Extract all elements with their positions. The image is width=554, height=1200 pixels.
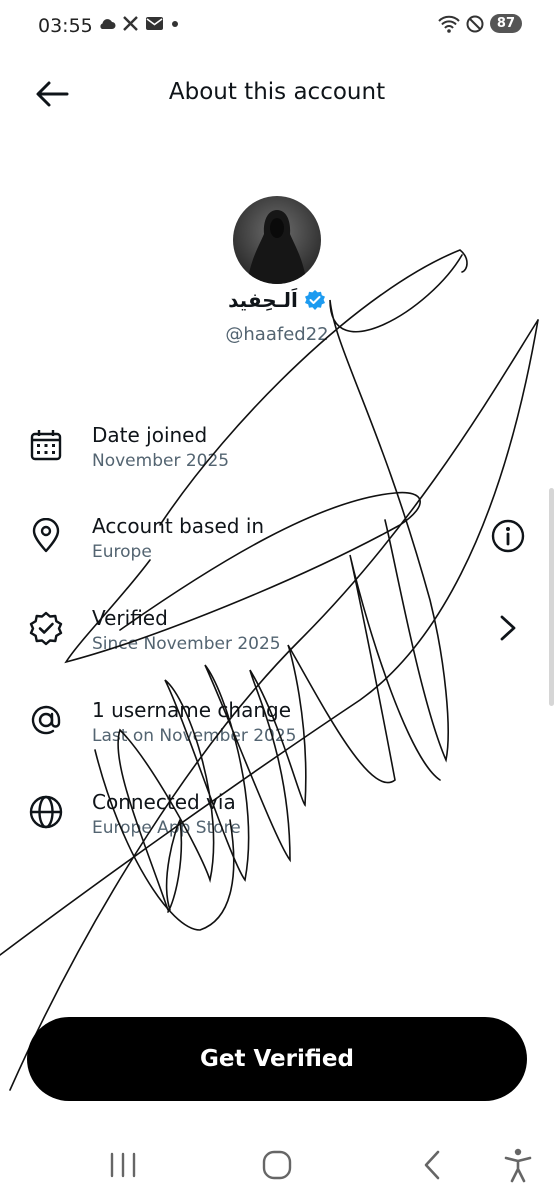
battery-indicator: 87 [489, 14, 522, 33]
row-verified[interactable]: Verified Since November 2025 [0, 606, 554, 676]
chevron-right-icon[interactable] [490, 610, 526, 646]
dot-icon [172, 20, 178, 27]
row-subtitle: November 2025 [92, 451, 230, 471]
location-pin-icon [32, 518, 60, 553]
mail-icon [146, 17, 163, 30]
globe-icon [29, 795, 63, 829]
row-title: Date joined [92, 423, 208, 447]
row-subtitle: Europe [92, 542, 152, 562]
display-name-row: اَلـحِفيد [0, 288, 554, 312]
row-subtitle: Since November 2025 [92, 634, 281, 654]
home-icon[interactable] [257, 1145, 297, 1185]
status-time: 03:55 [38, 15, 93, 37]
status-right-icons: 87 [438, 14, 522, 33]
page-title: About this account [168, 79, 386, 105]
info-icon[interactable] [490, 518, 526, 554]
verified-check-icon [304, 290, 325, 310]
row-connected-via: Connected via Europe App Store [0, 790, 554, 860]
cloud-icon [100, 18, 116, 29]
row-subtitle: Europe App Store [92, 818, 241, 838]
recent-apps-icon[interactable] [103, 1145, 143, 1185]
verified-badge-icon [29, 611, 63, 646]
at-sign-icon [31, 705, 61, 735]
x-logo-icon [123, 16, 138, 31]
get-verified-button[interactable]: Get Verified [27, 1017, 527, 1101]
avatar[interactable] [233, 196, 321, 284]
calendar-icon [30, 430, 62, 461]
row-title: Account based in [92, 514, 265, 538]
header: About this account [0, 64, 554, 124]
display-name: اَلـحِفيد [228, 288, 298, 312]
row-date-joined: Date joined November 2025 [0, 423, 554, 493]
back-icon[interactable] [413, 1145, 453, 1185]
row-account-based-in: Account based in Europe [0, 514, 554, 584]
row-subtitle: Last on November 2025 [92, 726, 297, 746]
do-not-disturb-icon [466, 15, 484, 32]
status-left-icons [98, 15, 180, 32]
status-bar: 03:55 87 [0, 0, 554, 56]
row-title: Verified [92, 606, 168, 630]
row-title: Connected via [92, 790, 236, 814]
scrollbar[interactable] [549, 488, 554, 706]
system-nav-bar [0, 1135, 554, 1195]
username: @haafed22 [225, 324, 329, 345]
row-title: 1 username change [92, 698, 292, 722]
wifi-icon [438, 15, 460, 33]
row-username-changes: 1 username change Last on November 2025 [0, 698, 554, 768]
accessibility-icon[interactable] [498, 1145, 538, 1185]
